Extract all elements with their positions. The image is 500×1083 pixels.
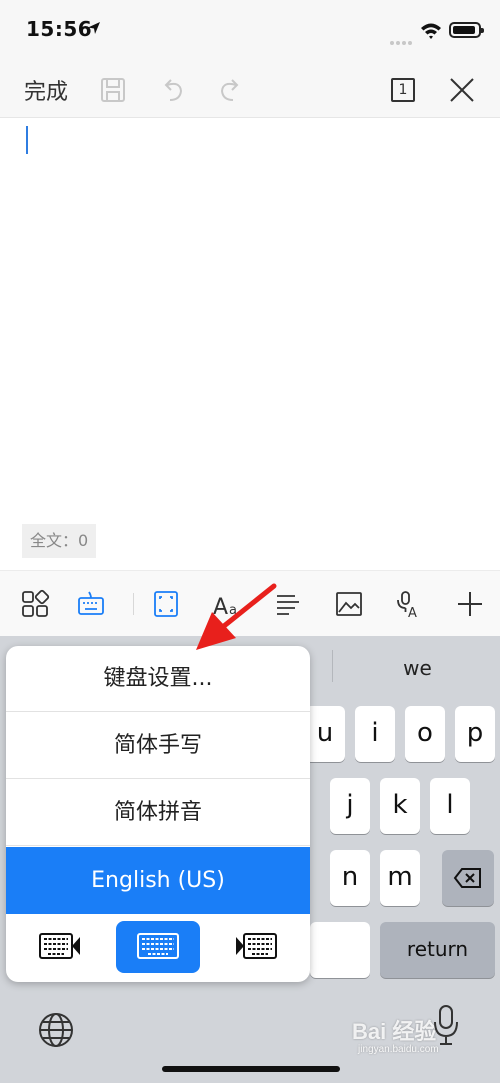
key-m[interactable]: m bbox=[380, 850, 420, 906]
suggestion-word[interactable]: we bbox=[340, 656, 495, 680]
menu-item-english-us[interactable]: English (US) bbox=[6, 847, 310, 914]
microphone-icon[interactable] bbox=[432, 1004, 460, 1048]
status-bar: 15:56 bbox=[0, 0, 500, 62]
key-j[interactable]: j bbox=[330, 778, 370, 834]
home-indicator[interactable] bbox=[162, 1066, 340, 1072]
keyboard-switch-menu: 键盘设置... 简体手写 简体拼音 English (US) bbox=[6, 646, 310, 982]
globe-icon[interactable] bbox=[36, 1010, 76, 1050]
backspace-key[interactable] bbox=[442, 850, 494, 906]
voice-translate-icon[interactable]: A bbox=[393, 589, 423, 619]
keyboard-toggle-icon[interactable] bbox=[76, 589, 106, 619]
key-i[interactable]: i bbox=[355, 706, 395, 762]
location-arrow-icon bbox=[88, 22, 100, 34]
keyboard-center-button[interactable] bbox=[116, 921, 200, 973]
backspace-icon bbox=[453, 868, 481, 888]
wifi-icon bbox=[421, 23, 441, 39]
toolbar-divider bbox=[133, 593, 134, 615]
keyboard-right-button[interactable] bbox=[214, 921, 298, 973]
redo-icon[interactable] bbox=[215, 75, 245, 105]
top-toolbar: 完成 1 bbox=[0, 62, 500, 118]
status-time: 15:56 bbox=[26, 17, 93, 41]
word-count-badge: 全文：0 bbox=[22, 524, 97, 558]
undo-icon[interactable] bbox=[158, 75, 188, 105]
menu-item-handwriting[interactable]: 简体手写 bbox=[6, 713, 310, 779]
watermark-brand: Bai 经验 bbox=[352, 1019, 437, 1044]
text-caret bbox=[26, 126, 28, 154]
red-annotation-arrow bbox=[196, 583, 277, 650]
page-count-button[interactable]: 1 bbox=[391, 78, 415, 102]
add-icon[interactable] bbox=[455, 589, 485, 619]
svg-text:A: A bbox=[408, 606, 417, 619]
key-k[interactable]: k bbox=[380, 778, 420, 834]
keyboard-center-icon bbox=[137, 933, 179, 959]
battery-icon bbox=[449, 22, 484, 38]
menu-item-pinyin[interactable]: 简体拼音 bbox=[6, 780, 310, 846]
keyboard-position-bar bbox=[6, 914, 310, 982]
keyboard-right-icon bbox=[236, 933, 277, 959]
space-key-fragment[interactable] bbox=[310, 922, 370, 978]
save-icon[interactable] bbox=[98, 75, 128, 105]
suggestion-divider bbox=[332, 650, 333, 682]
close-icon[interactable] bbox=[447, 75, 477, 105]
done-button[interactable]: 完成 bbox=[24, 74, 68, 106]
baidu-watermark: Bai 经验 jingyan.baidu.com bbox=[352, 1014, 439, 1055]
keyboard-left-icon bbox=[39, 933, 80, 959]
key-l[interactable]: l bbox=[430, 778, 470, 834]
watermark-site: jingyan.baidu.com bbox=[358, 1044, 439, 1055]
keyboard-left-button[interactable] bbox=[18, 921, 102, 973]
fullscreen-icon[interactable] bbox=[151, 589, 181, 619]
key-n[interactable]: n bbox=[330, 850, 370, 906]
key-o[interactable]: o bbox=[405, 706, 445, 762]
key-u[interactable]: u bbox=[305, 706, 345, 762]
cellular-signal-icon bbox=[390, 30, 414, 49]
key-p[interactable]: p bbox=[455, 706, 495, 762]
document-editor[interactable]: 全文：0 bbox=[0, 118, 500, 570]
return-key[interactable]: return bbox=[380, 922, 495, 978]
apps-grid-icon[interactable] bbox=[20, 589, 50, 619]
insert-image-icon[interactable] bbox=[334, 589, 364, 619]
